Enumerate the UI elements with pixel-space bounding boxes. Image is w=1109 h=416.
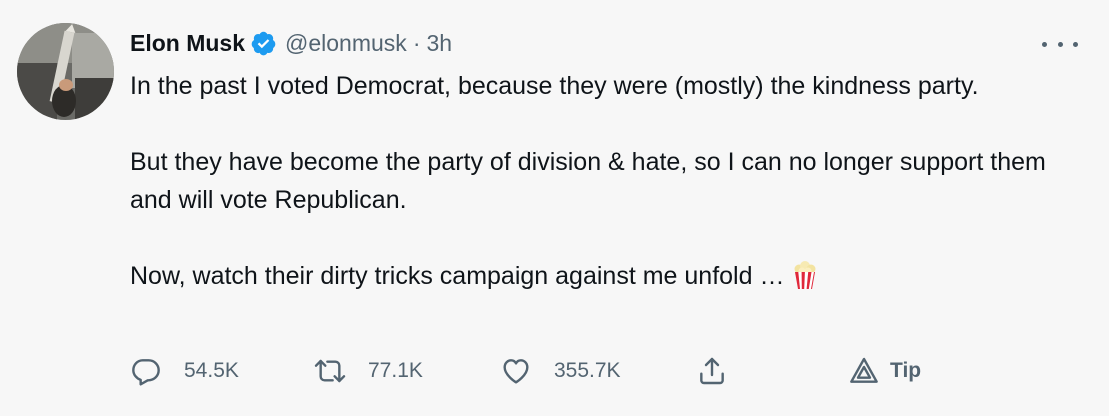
more-dot-icon bbox=[1057, 41, 1063, 47]
tweet-text: In the past I voted Democrat, because th… bbox=[130, 67, 1060, 295]
reply-button[interactable]: 54.5K bbox=[130, 349, 239, 393]
tweet-paragraph-2: But they have become the party of divisi… bbox=[130, 148, 1046, 214]
avatar[interactable] bbox=[17, 23, 114, 120]
tweet-paragraph-1: In the past I voted Democrat, because th… bbox=[130, 72, 979, 100]
retweet-icon bbox=[314, 359, 346, 383]
tip-label: Tip bbox=[890, 359, 922, 382]
author-name[interactable]: Elon Musk bbox=[130, 30, 245, 57]
retweet-count: 77.1K bbox=[368, 359, 423, 382]
tweet-timestamp[interactable]: 3h bbox=[426, 30, 452, 57]
more-dot-icon bbox=[1042, 41, 1047, 47]
tip-button[interactable]: Tip bbox=[848, 349, 921, 393]
reply-count: 54.5K bbox=[184, 359, 239, 382]
avatar-photo-icon bbox=[17, 23, 114, 120]
more-dot-icon bbox=[1073, 41, 1078, 47]
tweet-paragraph-3-text: Now, watch their dirty tricks campaign a… bbox=[130, 262, 785, 290]
retweet-button[interactable]: 77.1K bbox=[314, 349, 423, 393]
tweet-paragraph-3: Now, watch their dirty tricks campaign a… bbox=[130, 257, 1060, 295]
popcorn-icon bbox=[790, 260, 820, 290]
separator-dot: · bbox=[412, 29, 421, 56]
more-options-button[interactable] bbox=[1042, 36, 1078, 52]
tweet-header: Elon Musk @elonmusk · 3h bbox=[130, 26, 452, 60]
tweet-actions: 54.5K 77.1K 355.7K Tip bbox=[130, 349, 950, 393]
share-icon bbox=[700, 357, 724, 385]
like-button[interactable]: 355.7K bbox=[500, 349, 621, 393]
reply-icon bbox=[132, 359, 160, 386]
tweet: Elon Musk @elonmusk · 3h In the past I v… bbox=[0, 0, 1109, 416]
author-handle[interactable]: @elonmusk bbox=[285, 30, 407, 57]
share-button[interactable] bbox=[696, 349, 728, 393]
tip-icon bbox=[850, 357, 878, 383]
like-count: 355.7K bbox=[554, 359, 621, 382]
verified-badge-icon bbox=[250, 30, 277, 57]
heart-icon bbox=[503, 359, 529, 384]
